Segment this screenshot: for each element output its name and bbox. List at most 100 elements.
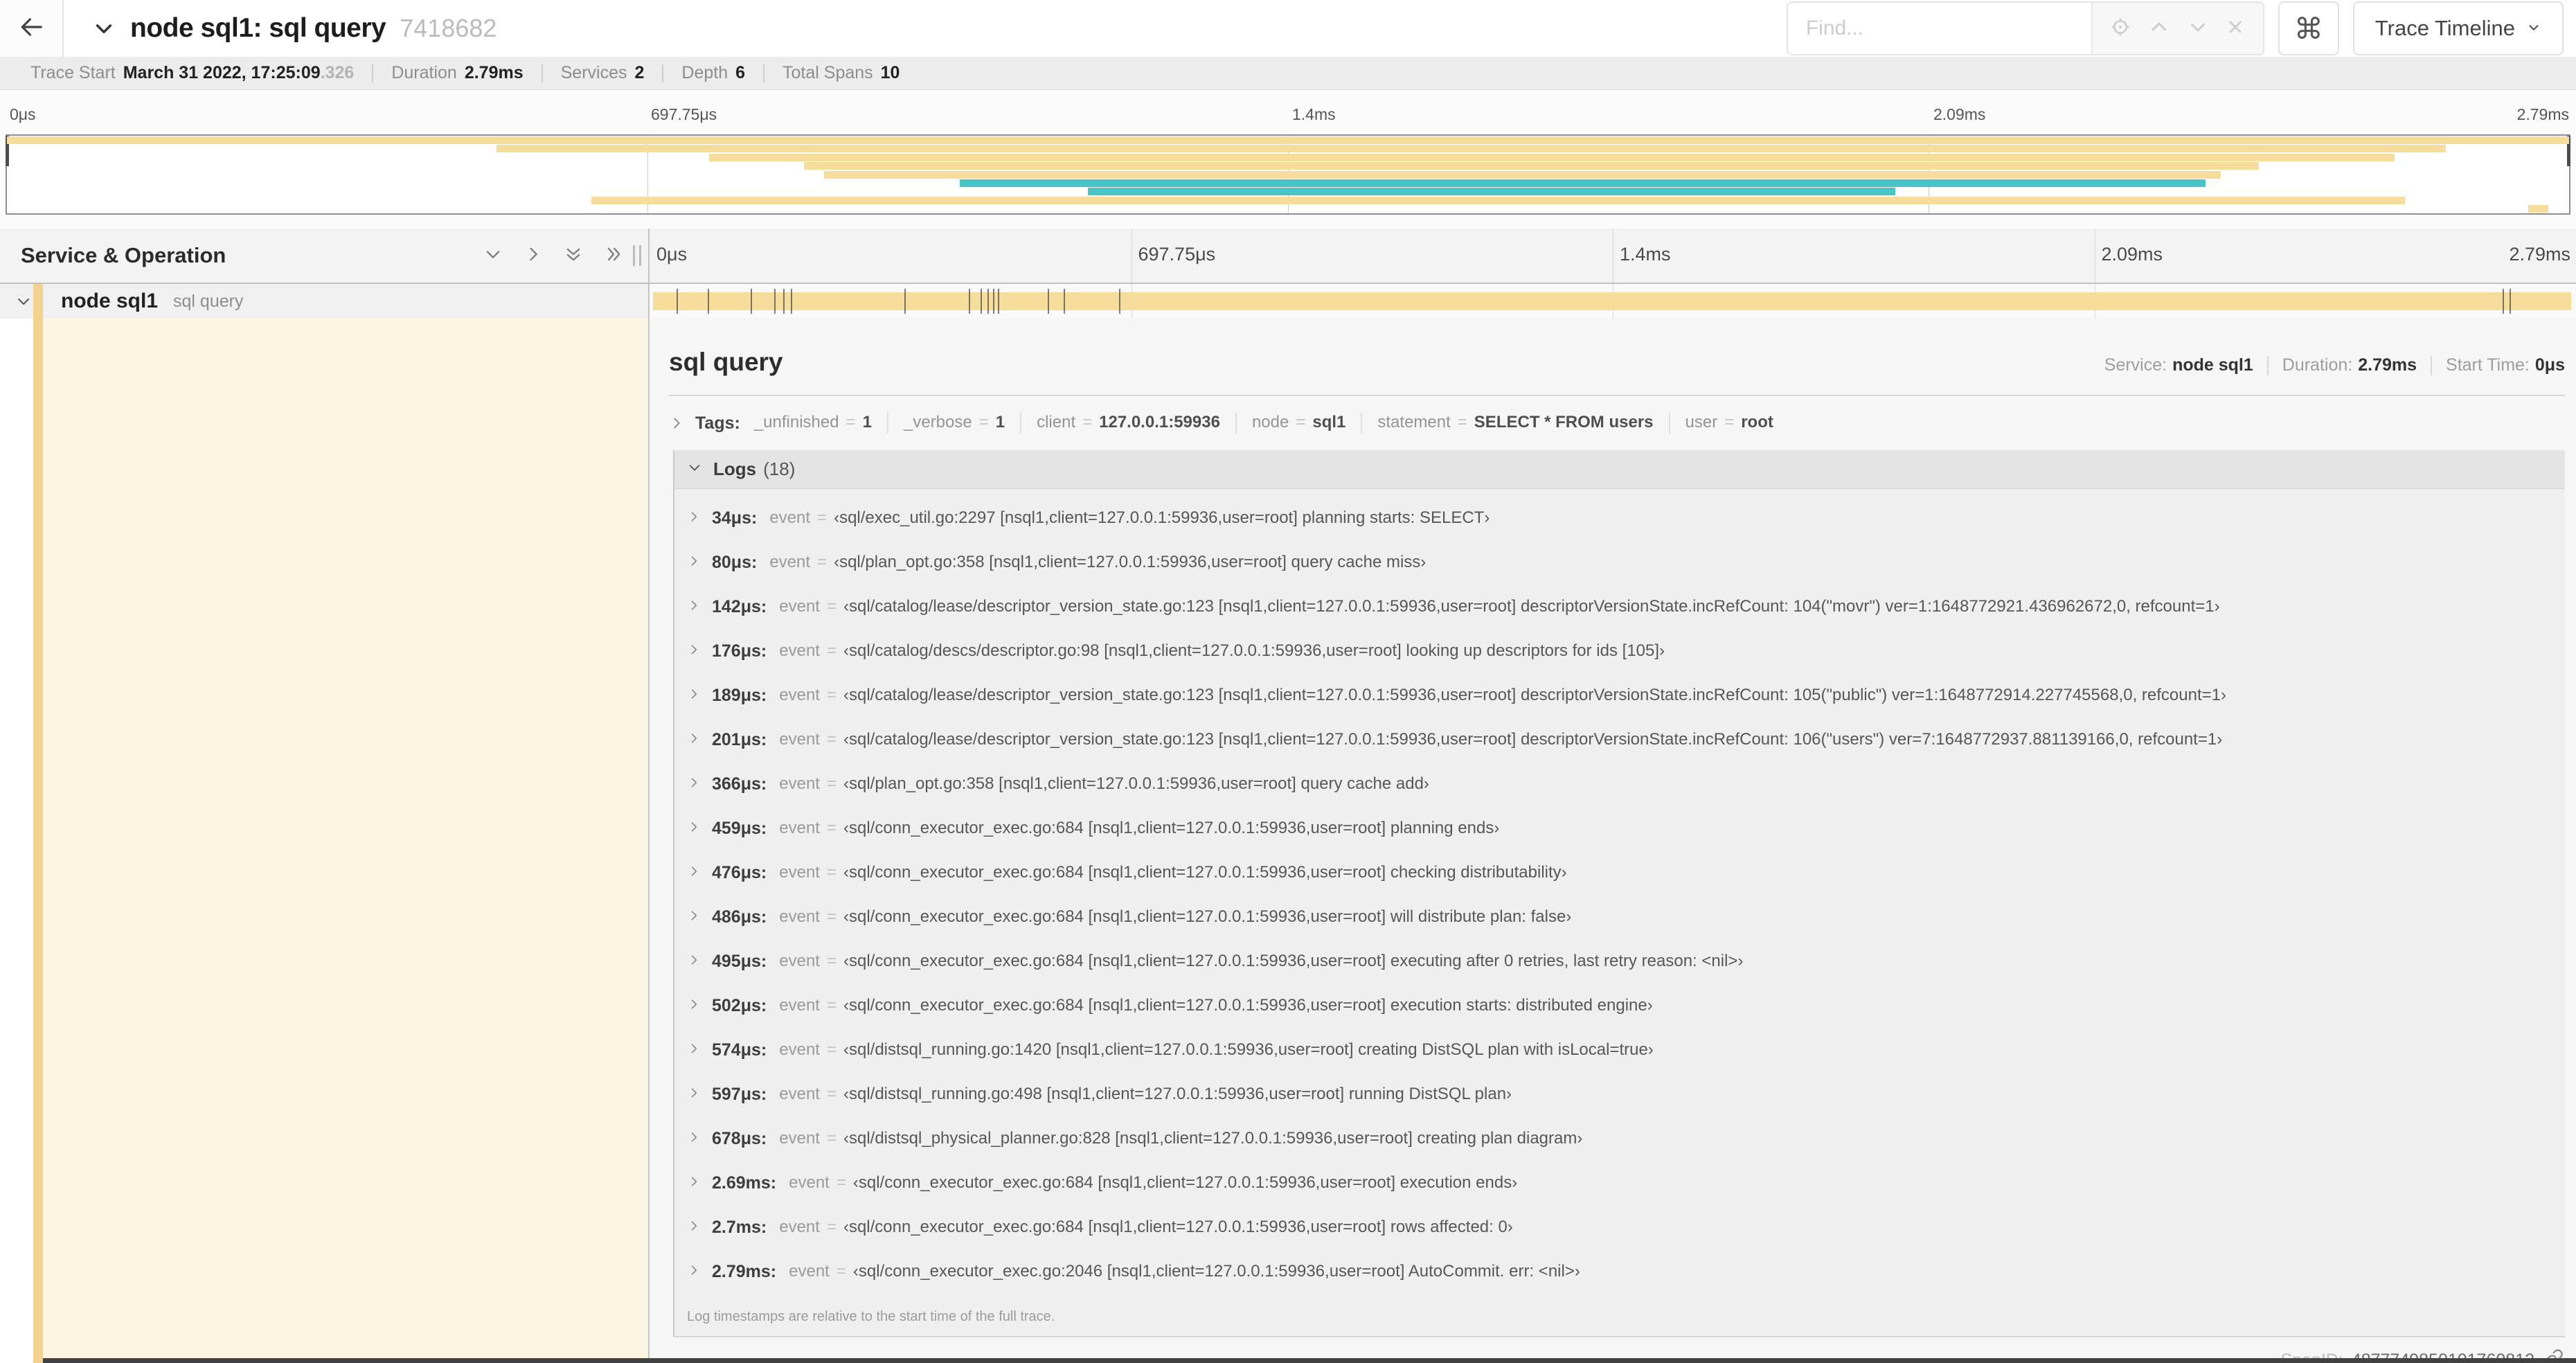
focus-match-icon[interactable] xyxy=(2110,17,2131,41)
tag-key: _verbose xyxy=(903,413,972,431)
top-bar: node sql1: sql query 7418682 Find... ⌘ T… xyxy=(0,0,2576,57)
log-equals: = xyxy=(836,1173,846,1192)
detail-header: sql query Service: node sql1 Duration: 2.79… xyxy=(669,348,2565,377)
log-value: ‹sql/exec_util.go:2297 [nsql1,client=127… xyxy=(834,508,1490,527)
log-tick xyxy=(708,289,710,314)
tag-item[interactable]: node = sql1 xyxy=(1252,413,1345,432)
info-label: Total Spans xyxy=(782,63,873,82)
chevron-down-icon xyxy=(2526,16,2541,41)
chevron-right-icon xyxy=(687,643,701,660)
log-timestamp: 201μs: xyxy=(712,729,767,749)
log-tick xyxy=(904,289,906,314)
tag-equals: = xyxy=(1457,413,1467,431)
log-equals: = xyxy=(826,641,837,660)
meta-value: 2.79ms xyxy=(2358,355,2417,375)
log-entry[interactable]: 476μs: event = ‹sql/conn_executor_exec.g… xyxy=(674,850,2565,895)
tag-item[interactable]: _verbose = 1 xyxy=(904,413,1005,432)
back-button[interactable] xyxy=(0,0,64,57)
trace-id: 7418682 xyxy=(400,14,497,42)
log-entry[interactable]: 574μs: event = ‹sql/distsql_running.go:1… xyxy=(674,1028,2565,1072)
log-entry[interactable]: 486μs: event = ‹sql/conn_executor_exec.g… xyxy=(674,895,2565,939)
chevron-right-icon xyxy=(687,776,701,793)
span-row-service[interactable]: node sql1 sql query xyxy=(0,284,650,319)
log-entry[interactable]: 495μs: event = ‹sql/conn_executor_exec.g… xyxy=(674,939,2565,983)
column-resize-handle[interactable] xyxy=(633,245,641,266)
tag-separator xyxy=(1361,413,1363,434)
axis-tick-label: 2.79ms xyxy=(2516,105,2569,123)
tag-equals: = xyxy=(978,413,989,431)
log-entry[interactable]: 2.69ms: event = ‹sql/conn_executor_exec.… xyxy=(674,1161,2565,1205)
log-tick xyxy=(993,289,995,314)
span-bar[interactable] xyxy=(653,289,2571,314)
log-timestamp: 189μs: xyxy=(712,685,767,705)
tag-key: client xyxy=(1037,413,1076,431)
clear-find-icon[interactable] xyxy=(2226,17,2245,40)
collapse-one-icon[interactable] xyxy=(483,244,503,267)
log-value: ‹sql/distsql_running.go:1420 [nsql1,clie… xyxy=(843,1040,1654,1059)
log-timestamp: 142μs: xyxy=(712,596,767,616)
meta-value: node sql1 xyxy=(2172,355,2253,375)
chevron-down-icon xyxy=(687,460,702,479)
collapse-trace-chevron-icon[interactable] xyxy=(93,17,115,39)
log-key: event xyxy=(779,1218,820,1236)
log-key: event xyxy=(769,508,811,527)
service-name: node sql1 xyxy=(61,289,159,312)
log-entry[interactable]: 201μs: event = ‹sql/catalog/lease/descri… xyxy=(674,718,2565,762)
detail-left-highlight xyxy=(43,319,648,1363)
minimap-canvas[interactable] xyxy=(6,134,2570,215)
command-icon: ⌘ xyxy=(2293,12,2323,45)
collapse-span-chevron-icon[interactable] xyxy=(15,293,32,310)
log-entry[interactable]: 2.79ms: event = ‹sql/conn_executor_exec.… xyxy=(674,1249,2565,1294)
log-key: event xyxy=(779,686,820,704)
service-color-stripe xyxy=(33,284,43,319)
log-value: ‹sql/conn_executor_exec.go:684 [nsql1,cl… xyxy=(843,1218,1513,1236)
log-timestamp: 597μs: xyxy=(712,1084,767,1104)
trace-view-selector[interactable]: Trace Timeline xyxy=(2352,1,2564,55)
log-entry[interactable]: 80μs: event = ‹sql/plan_opt.go:358 [nsql… xyxy=(674,540,2565,585)
chevron-right-icon xyxy=(687,997,701,1015)
log-timestamp: 476μs: xyxy=(712,862,767,882)
log-equals: = xyxy=(826,1218,837,1236)
tag-item[interactable]: _unfinished = 1 xyxy=(754,413,872,432)
logs-header[interactable]: Logs (18) xyxy=(674,450,2565,489)
detail-divider xyxy=(669,395,2565,396)
tag-separator xyxy=(886,413,888,434)
log-timestamp: 2.69ms: xyxy=(712,1173,777,1193)
log-entry[interactable]: 459μs: event = ‹sql/conn_executor_exec.g… xyxy=(674,806,2565,850)
log-entry[interactable]: 597μs: event = ‹sql/distsql_running.go:4… xyxy=(674,1072,2565,1116)
log-key: event xyxy=(779,996,820,1015)
log-equals: = xyxy=(826,952,837,970)
log-equals: = xyxy=(826,819,837,837)
log-entry[interactable]: 678μs: event = ‹sql/distsql_physical_pla… xyxy=(674,1116,2565,1161)
log-entry[interactable]: 142μs: event = ‹sql/catalog/lease/descri… xyxy=(674,585,2565,629)
log-entry[interactable]: 189μs: event = ‹sql/catalog/lease/descri… xyxy=(674,673,2565,718)
collapse-all-icon[interactable] xyxy=(564,244,583,267)
log-entry[interactable]: 366μs: event = ‹sql/plan_opt.go:358 [nsq… xyxy=(674,762,2565,806)
next-match-icon[interactable] xyxy=(2188,17,2208,41)
tag-equals: = xyxy=(1082,413,1093,431)
chevron-right-icon xyxy=(687,554,701,571)
span-row-timeline[interactable] xyxy=(650,284,2576,319)
find-input[interactable] xyxy=(1787,3,2091,54)
log-value: ‹sql/distsql_physical_planner.go:828 [ns… xyxy=(843,1129,1583,1148)
log-entry[interactable]: 176μs: event = ‹sql/catalog/descs/descri… xyxy=(674,629,2565,673)
tag-item[interactable]: client = 127.0.0.1:59936 xyxy=(1037,413,1220,432)
tag-item[interactable]: user = root xyxy=(1685,413,1773,432)
expand-one-icon[interactable] xyxy=(524,244,543,267)
tag-item[interactable]: statement = SELECT * FROM users xyxy=(1377,413,1653,432)
log-tick xyxy=(750,289,752,314)
expand-all-icon[interactable] xyxy=(604,244,623,267)
keyboard-shortcuts-button[interactable]: ⌘ xyxy=(2278,1,2339,55)
axis-tick-label: 2.79ms xyxy=(2509,244,2570,265)
log-key: event xyxy=(779,730,820,749)
tag-key: _unfinished xyxy=(753,413,839,431)
log-entry[interactable]: 502μs: event = ‹sql/conn_executor_exec.g… xyxy=(674,983,2565,1028)
service-color-stripe xyxy=(33,319,43,1363)
timeline-axis: 0μs 697.75μs 1.4ms 2.09ms 2.79ms xyxy=(650,229,2576,283)
logs-title: Logs xyxy=(713,458,757,479)
log-key: event xyxy=(789,1173,830,1192)
tags-row[interactable]: Tags: _unfinished = 1 _verbose = 1 clien… xyxy=(669,413,2565,434)
log-entry[interactable]: 34μs: event = ‹sql/exec_util.go:2297 [ns… xyxy=(674,496,2565,540)
log-entry[interactable]: 2.7ms: event = ‹sql/conn_executor_exec.g… xyxy=(674,1205,2565,1249)
prev-match-icon[interactable] xyxy=(2149,17,2170,41)
